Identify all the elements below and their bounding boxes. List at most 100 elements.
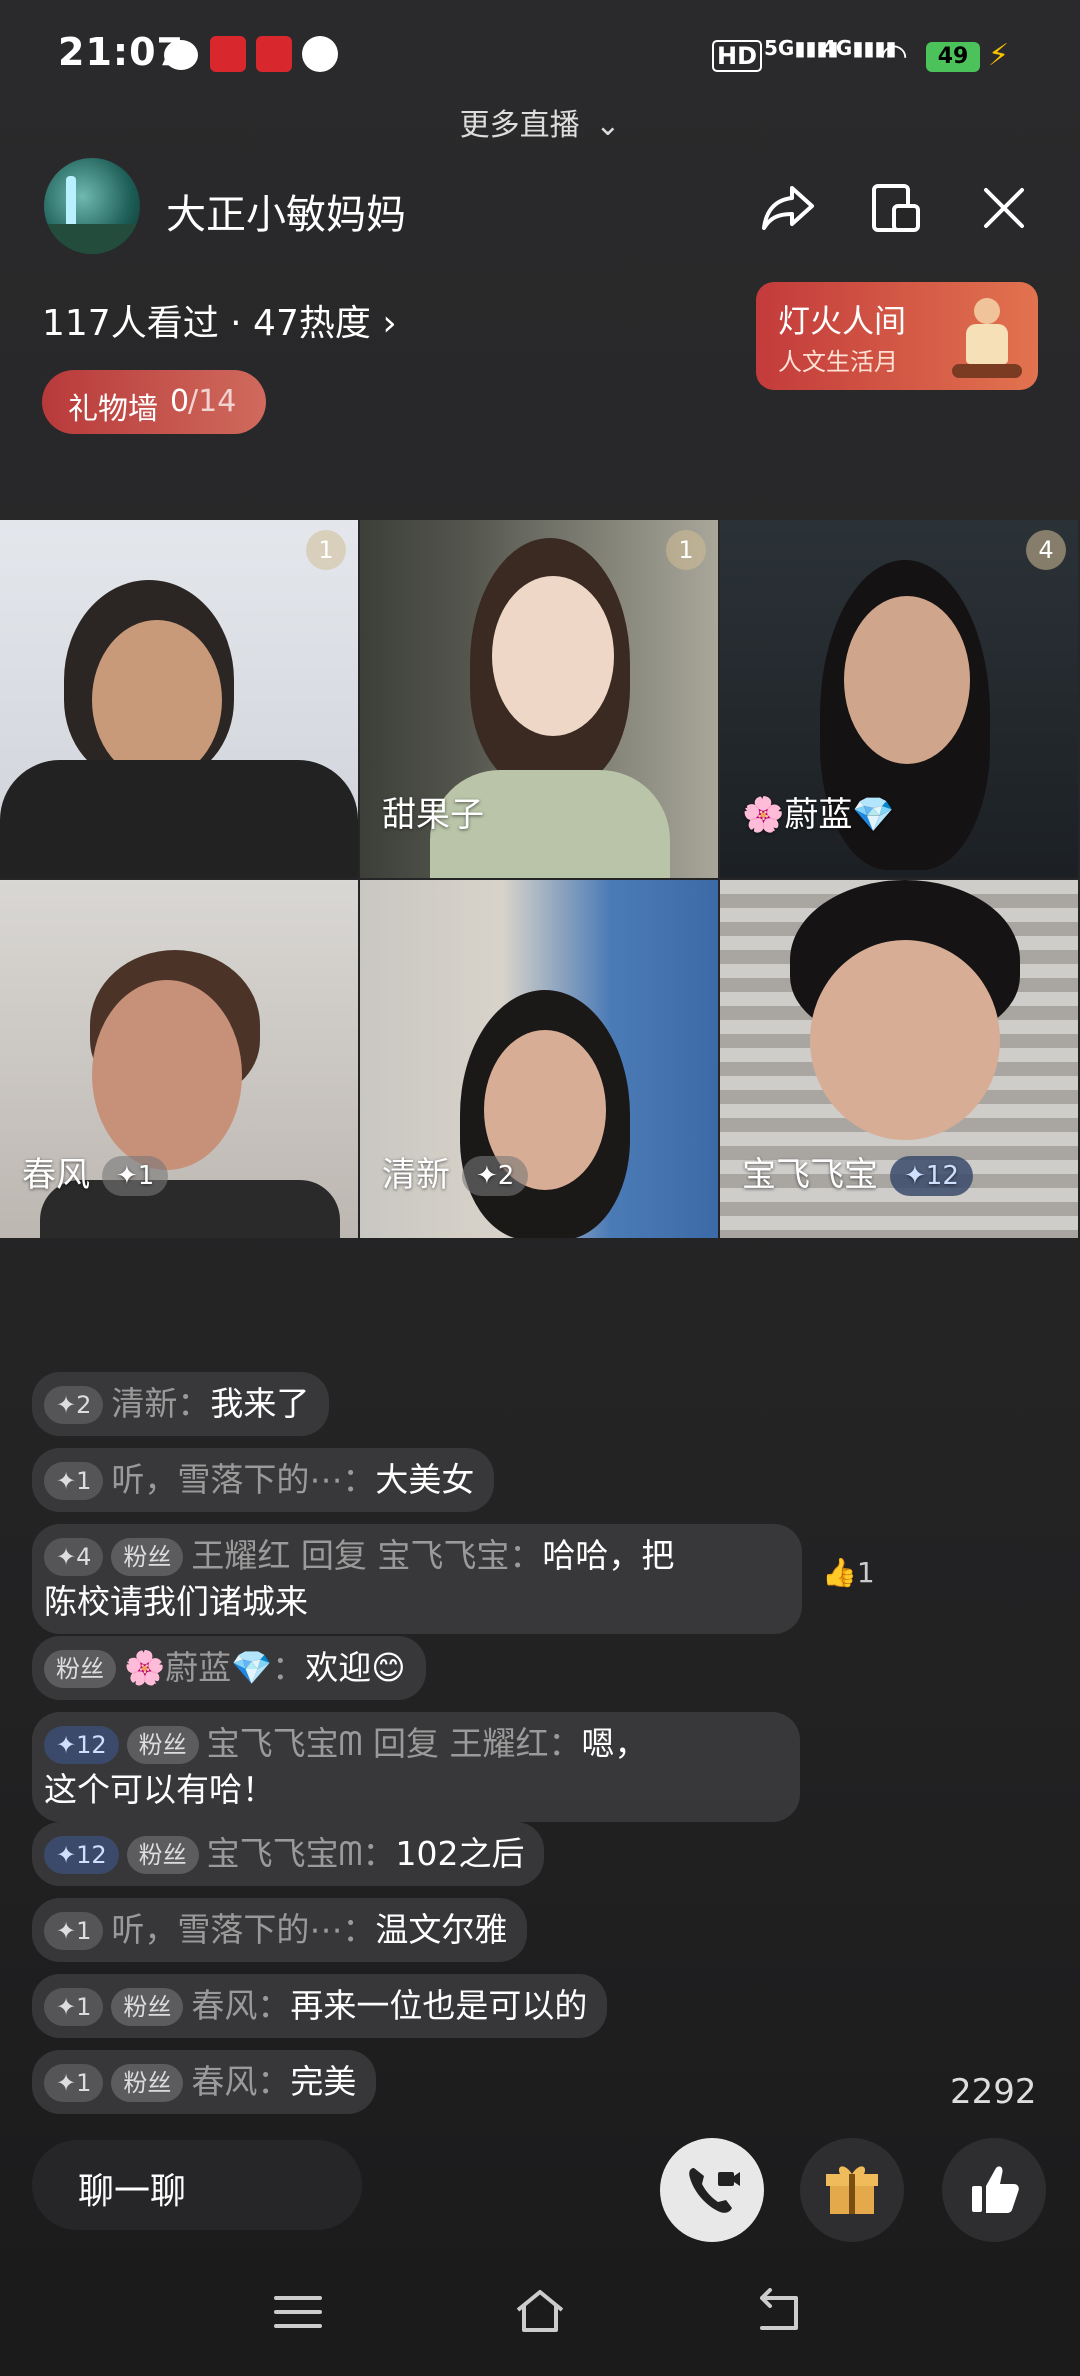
tile-level-badge: ✦1 — [102, 1156, 169, 1196]
home-icon[interactable] — [512, 2286, 568, 2336]
gift-wall-total: /14 — [188, 384, 237, 419]
video-tile-4[interactable]: 春风 ✦1 — [0, 880, 358, 1238]
gift-wall-count: 0 — [170, 384, 190, 419]
tile-username: 宝飞飞宝 ✦12 — [742, 1147, 973, 1196]
chat-input-placeholder: 聊一聊 — [78, 2171, 187, 2212]
pip-icon[interactable] — [864, 176, 928, 240]
chat-username: 春风： — [191, 1986, 291, 2025]
tile-username: 甜果子 — [382, 795, 484, 835]
chat-message[interactable]: ✦1 听，雪落下的⋯：大美女 — [32, 1448, 495, 1512]
promo-title: 灯火人间 — [778, 302, 907, 340]
tile-username: 清新 ✦2 — [382, 1147, 529, 1196]
chat-username: 王耀红 回复 宝飞飞宝： — [191, 1536, 543, 1575]
stats-text: 117人看过 · 47热度 — [42, 303, 371, 344]
thumbs-up-icon — [972, 2166, 1019, 2213]
chat-text: 大美女 — [375, 1460, 475, 1499]
level-badge: ✦12 — [44, 1726, 119, 1764]
fan-badge: 粉丝 — [111, 2064, 184, 2102]
chat-text: 温文尔雅 — [375, 1910, 508, 1949]
chat-message[interactable]: ✦1 听，雪落下的⋯：温文尔雅 — [32, 1898, 528, 1962]
chat-username: 春风： — [191, 2062, 291, 2101]
like-button[interactable] — [942, 2138, 1046, 2242]
level-badge: ✦1 — [44, 2064, 104, 2102]
chat-input[interactable]: 聊一聊 — [32, 2140, 362, 2230]
video-tile-6[interactable]: 宝飞飞宝 ✦12 — [720, 880, 1078, 1238]
gift-wall-button[interactable]: 礼物墙 0 /14 — [42, 370, 266, 434]
video-tile-5[interactable]: 清新 ✦2 — [360, 880, 718, 1238]
chat-text: 欢迎😊 — [305, 1648, 406, 1687]
chat-message[interactable]: ✦1 粉丝 春风：完美 — [32, 2050, 377, 2114]
video-tile-1[interactable]: 1 — [0, 520, 358, 878]
chevron-right-icon: › — [382, 303, 397, 344]
fan-badge: 粉丝 — [111, 1538, 184, 1576]
chat-username: 清新： — [111, 1384, 211, 1423]
chat-text: 再来一位也是可以的 — [290, 1986, 588, 2025]
wechat-icon — [164, 40, 198, 70]
call-button[interactable] — [660, 2138, 764, 2242]
app-notification-icon — [210, 36, 246, 72]
chat-username: 听，雪落下的⋯： — [111, 1460, 376, 1499]
close-icon[interactable] — [972, 176, 1036, 240]
chat-message[interactable]: ✦2 清新：我来了 — [32, 1372, 330, 1436]
chat-username: 宝飞飞宝ᗰ 回复 王耀红： — [206, 1724, 582, 1763]
host-avatar[interactable] — [44, 158, 140, 254]
chat-message[interactable]: ✦12 粉丝 宝飞飞宝ᗰ：102之后 — [32, 1822, 545, 1886]
tile-username: 🌸蔚蓝💎 — [742, 795, 895, 835]
fan-badge: 粉丝 — [126, 1726, 199, 1764]
more-live-button[interactable]: 更多直播 ⌄ — [0, 100, 1080, 144]
gift-button[interactable] — [800, 2138, 904, 2242]
chat-username: 宝飞飞宝ᗰ： — [206, 1834, 396, 1873]
status-bar: 21:07 HD 5G▮▮▮▮ 4G▮▮▮▮ ◠ 49 ⚡ — [0, 0, 1080, 110]
chat-text: 嗯， — [581, 1724, 648, 1763]
level-badge: ✦12 — [44, 1836, 119, 1874]
call-icon — [689, 2168, 740, 2213]
cat-app-icon — [302, 36, 338, 72]
chat-username: 听，雪落下的⋯： — [111, 1910, 376, 1949]
hd-icon: HD — [712, 40, 763, 72]
chat-message[interactable]: ✦1 粉丝 春风：再来一位也是可以的 — [32, 1974, 608, 2038]
chat-message[interactable]: ✦4 粉丝 王耀红 回复 宝飞飞宝：哈哈，把 陈校请我们诸城来 — [32, 1524, 802, 1634]
fan-badge: 粉丝 — [111, 1988, 184, 2026]
chat-text: 102之后 — [395, 1834, 525, 1873]
chat-message[interactable]: ✦12 粉丝 宝飞飞宝ᗰ 回复 王耀红：嗯， 这个可以有哈！ — [32, 1712, 800, 1822]
chat-text: 完美 — [290, 2062, 357, 2101]
chat-text: 我来了 — [210, 1384, 310, 1423]
promo-figure-icon — [952, 294, 1022, 384]
tile-username: 春风 ✦1 — [22, 1147, 169, 1196]
fan-badge: 粉丝 — [44, 1650, 116, 1688]
promo-subtitle: 人文生活月 — [778, 348, 898, 376]
video-tile-3[interactable]: 4 🌸蔚蓝💎 — [720, 520, 1078, 878]
level-badge: ✦1 — [44, 1462, 104, 1500]
chat-message[interactable]: 粉丝 🌸蔚蓝💎：欢迎😊 — [32, 1636, 426, 1700]
video-tile-2[interactable]: 1 甜果子 — [360, 520, 718, 878]
charging-icon: ⚡ — [988, 38, 1010, 73]
thumbs-up-icon: 👍 — [822, 1556, 857, 1589]
stats-link[interactable]: 117人看过 · 47热度 › — [42, 294, 397, 346]
host-name[interactable]: 大正小敏妈妈 — [166, 182, 406, 240]
gift-icon — [826, 2166, 878, 2214]
promo-banner[interactable]: 灯火人间 人文生活月 — [756, 282, 1038, 390]
share-icon[interactable] — [756, 176, 820, 240]
chat-text-line2: 这个可以有哈！ — [44, 1770, 275, 1809]
chat-username: 🌸蔚蓝💎： — [124, 1648, 306, 1687]
tile-count-badge: 1 — [306, 530, 346, 570]
menu-icon[interactable] — [272, 2290, 324, 2334]
wifi-icon: ◠ — [880, 36, 908, 74]
comment-like-count: 1 — [856, 1556, 875, 1589]
tile-level-badge: ✦12 — [890, 1156, 973, 1196]
level-badge: ✦1 — [44, 1912, 104, 1950]
chat-text: 哈哈，把 — [542, 1536, 675, 1575]
level-badge: ✦4 — [44, 1538, 104, 1576]
app-notification-icon-2 — [256, 36, 292, 72]
level-badge: ✦2 — [44, 1386, 104, 1424]
comment-like[interactable]: 👍1 — [822, 1556, 875, 1589]
system-nav-bar — [0, 2250, 1080, 2376]
level-badge: ✦1 — [44, 1988, 104, 2026]
back-icon[interactable] — [752, 2288, 808, 2336]
tile-count-badge: 1 — [666, 530, 706, 570]
tile-count-badge: 4 — [1026, 530, 1066, 570]
more-live-label: 更多直播 — [459, 108, 580, 143]
fan-badge: 粉丝 — [126, 1836, 199, 1874]
chat-text-line2: 陈校请我们诸城来 — [44, 1582, 308, 1621]
like-count: 2292 — [950, 2072, 1037, 2112]
